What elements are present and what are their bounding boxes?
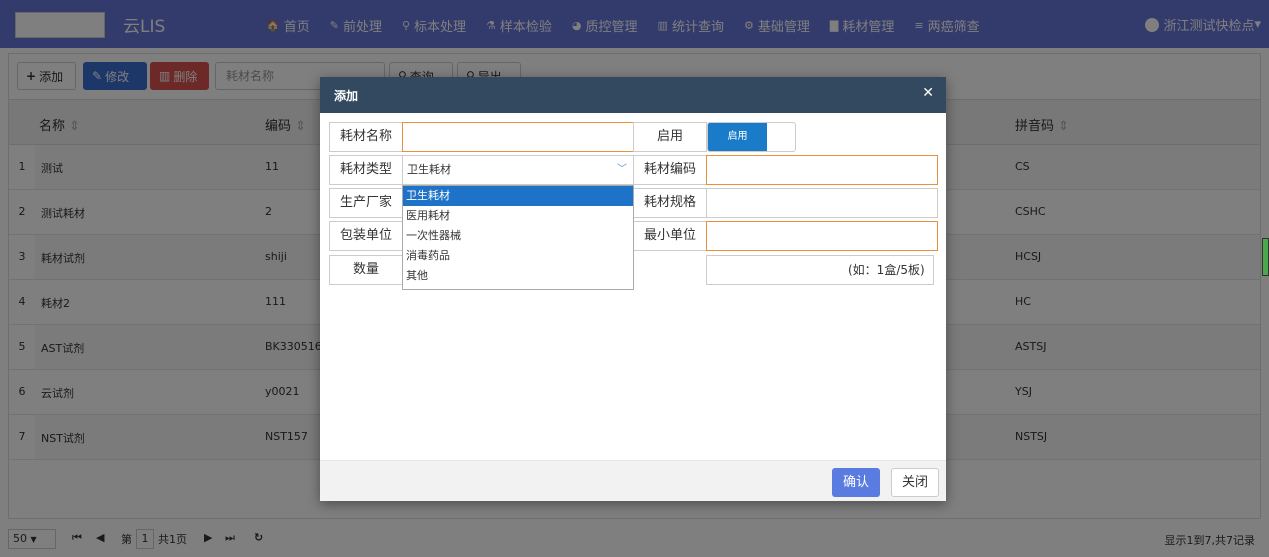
- dialog-title: 添加: [334, 89, 359, 103]
- min-unit-label: 最小单位: [633, 221, 707, 251]
- spec-label: 耗材规格: [633, 188, 707, 218]
- min-unit-field[interactable]: [706, 221, 938, 251]
- type-option[interactable]: 其他: [403, 266, 633, 286]
- dialog-header: 添加 ✕: [320, 77, 946, 113]
- qty-hint: (如：1盒/5板): [840, 255, 934, 285]
- close-icon[interactable]: ✕: [922, 85, 934, 101]
- type-option[interactable]: 消毒药品: [403, 246, 633, 266]
- type-label: 耗材类型: [329, 155, 403, 185]
- enabled-label: 启用: [633, 122, 707, 152]
- type-value: 卫生耗材: [407, 163, 451, 176]
- code-field[interactable]: [706, 155, 938, 185]
- type-option[interactable]: 一次性器械: [403, 226, 633, 246]
- type-option[interactable]: 医用耗材: [403, 206, 633, 226]
- name-field[interactable]: [402, 122, 634, 152]
- add-dialog: 添加 ✕ 耗材名称 启用 启用 耗材类型 卫生耗材 ﹀ 耗材编码 生产厂家 耗材…: [320, 77, 946, 501]
- type-select[interactable]: 卫生耗材 ﹀: [402, 155, 634, 185]
- code-label: 耗材编码: [633, 155, 707, 185]
- confirm-button[interactable]: 确认: [832, 468, 880, 497]
- type-dropdown: 卫生耗材 医用耗材 一次性器械 消毒药品 其他: [402, 185, 634, 290]
- name-label: 耗材名称: [329, 122, 403, 152]
- toggle-on-label: 启用: [708, 123, 767, 151]
- pack-label: 包装单位: [329, 221, 403, 251]
- scrollbar-thumb[interactable]: [1262, 238, 1269, 276]
- chevron-down-icon: ﹀: [617, 164, 627, 175]
- type-option[interactable]: 卫生耗材: [403, 186, 633, 206]
- qty-unit-field[interactable]: [706, 255, 848, 285]
- qty-label: 数量: [329, 255, 403, 285]
- enabled-toggle[interactable]: 启用: [707, 122, 796, 152]
- spec-field[interactable]: [706, 188, 938, 218]
- dialog-footer: 确认 关闭: [320, 460, 946, 501]
- close-button[interactable]: 关闭: [891, 468, 939, 497]
- maker-label: 生产厂家: [329, 188, 403, 218]
